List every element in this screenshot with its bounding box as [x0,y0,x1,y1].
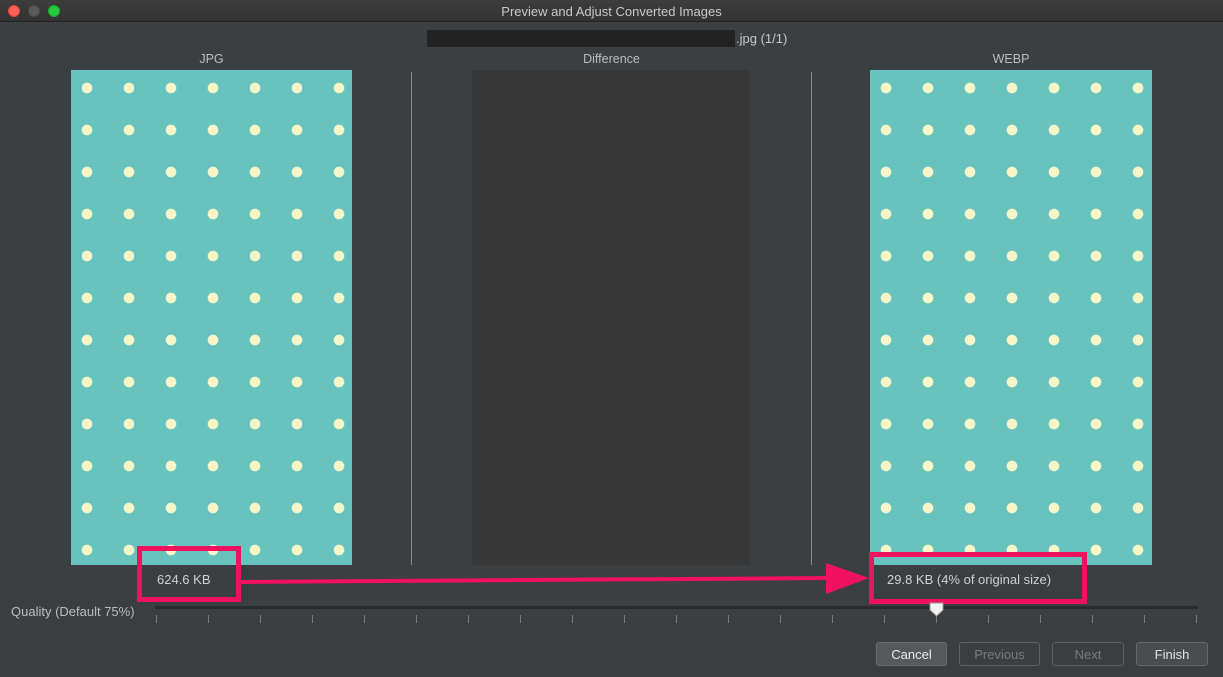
slider-tick [624,615,625,623]
slider-tick [208,615,209,623]
quality-slider-track[interactable] [155,606,1198,609]
slider-tick [728,615,729,623]
slider-tick [1144,615,1145,623]
slider-tick [468,615,469,623]
quality-label: Quality (Default 75%) [11,604,135,619]
slider-tick [884,615,885,623]
slider-tick [312,615,313,623]
slider-tick [416,615,417,623]
next-button[interactable]: Next [1052,642,1124,666]
slider-tick [676,615,677,623]
slider-tick [832,615,833,623]
annotation-arrow [240,563,869,594]
cancel-button[interactable]: Cancel [876,642,947,666]
slider-tick [988,615,989,623]
slider-tick [780,615,781,623]
slider-tick [520,615,521,623]
slider-tick [156,615,157,623]
quality-slider-thumb[interactable] [929,602,944,617]
previous-button[interactable]: Previous [959,642,1040,666]
slider-tick [1092,615,1093,623]
slider-tick [364,615,365,623]
slider-tick [1040,615,1041,623]
slider-tick [1196,615,1197,623]
finish-button[interactable]: Finish [1136,642,1208,666]
slider-tick [260,615,261,623]
slider-tick [572,615,573,623]
